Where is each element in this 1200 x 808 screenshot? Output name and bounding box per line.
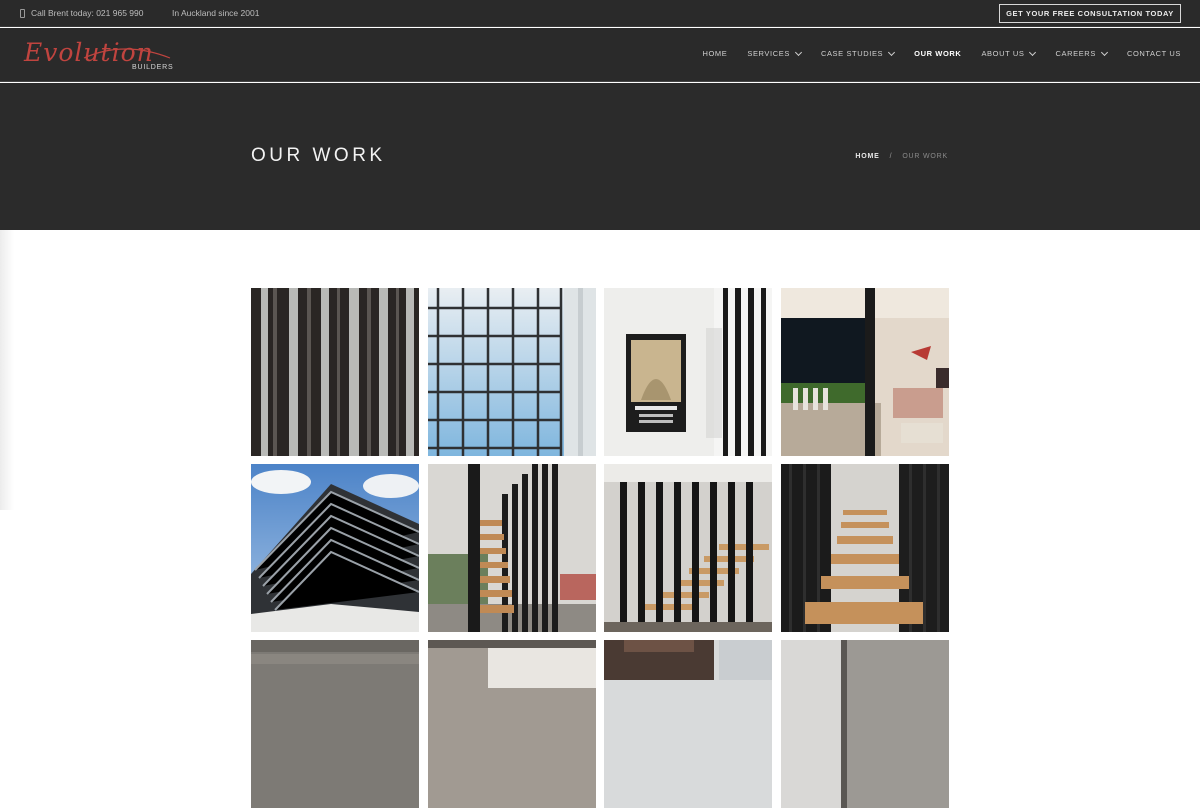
louvred-facade-photo[interactable] xyxy=(251,464,419,632)
stairs-behind-slats-photo[interactable] xyxy=(604,464,772,632)
chevron-down-icon xyxy=(888,48,896,56)
interior-room-photo[interactable] xyxy=(428,640,596,808)
nav-services-label: SERVICES xyxy=(747,49,790,58)
site-header: Evolution BUILDERS HOME SERVICES CASE ST… xyxy=(0,28,1200,82)
nav-contact-us[interactable]: CONTACT US xyxy=(1127,49,1181,58)
nav-about-us-label: ABOUT US xyxy=(981,49,1025,58)
outdoor-structure-photo[interactable] xyxy=(604,640,772,808)
timber-stairs-photo[interactable] xyxy=(781,464,949,632)
since-text: In Auckland since 2001 xyxy=(172,8,260,18)
breadcrumb-separator: / xyxy=(889,153,893,160)
breadcrumb-home[interactable]: HOME xyxy=(855,153,879,160)
top-bar: Call Brent today: 021 965 990 In Aucklan… xyxy=(0,0,1200,27)
breadcrumb-current: OUR WORK xyxy=(902,153,948,160)
textured-glass-window-photo[interactable] xyxy=(428,288,596,456)
floating-stairs-photo[interactable] xyxy=(428,464,596,632)
chevron-down-icon xyxy=(794,48,802,56)
chevron-down-icon xyxy=(1029,48,1037,56)
left-edge-shadow xyxy=(0,230,14,510)
phone-icon xyxy=(20,8,25,18)
phone-contact[interactable]: Call Brent today: 021 965 990 xyxy=(20,8,143,18)
nav-careers[interactable]: CAREERS xyxy=(1055,48,1108,58)
chevron-down-icon xyxy=(1100,48,1108,56)
poster-and-screen-photo[interactable] xyxy=(604,288,772,456)
logo-subtitle: BUILDERS xyxy=(132,64,174,71)
concrete-wall-photo[interactable] xyxy=(251,640,419,808)
nav-our-work-label: OUR WORK xyxy=(914,49,962,58)
page-hero: OUR WORK HOME / OUR WORK xyxy=(0,83,1200,230)
nav-about-us[interactable]: ABOUT US xyxy=(981,48,1037,58)
logo-script: Evolution xyxy=(24,38,154,67)
nav-home-label: HOME xyxy=(702,49,728,58)
free-consultation-button[interactable]: GET YOUR FREE CONSULTATION TODAY xyxy=(999,4,1181,23)
nav-case-studies[interactable]: CASE STUDIES xyxy=(820,48,896,58)
phone-text: Call Brent today: 021 965 990 xyxy=(31,8,144,18)
nav-careers-label: CAREERS xyxy=(1055,49,1096,58)
vertical-slats-photo[interactable] xyxy=(251,288,419,456)
nav-our-work[interactable]: OUR WORK xyxy=(914,49,961,58)
nav-home[interactable]: HOME xyxy=(702,49,727,58)
concrete-corner-photo[interactable] xyxy=(781,640,949,808)
breadcrumb: HOME / OUR WORK xyxy=(855,153,948,160)
logo[interactable]: Evolution BUILDERS xyxy=(24,38,174,74)
nav-contact-us-label: CONTACT US xyxy=(1126,49,1181,58)
living-room-night-photo[interactable] xyxy=(781,288,949,456)
nav-services[interactable]: SERVICES xyxy=(747,48,802,58)
nav-case-studies-label: CASE STUDIES xyxy=(820,49,884,58)
main-nav: HOME SERVICES CASE STUDIES OUR WORK ABOU… xyxy=(682,48,1181,58)
page-title: OUR WORK xyxy=(251,145,386,166)
